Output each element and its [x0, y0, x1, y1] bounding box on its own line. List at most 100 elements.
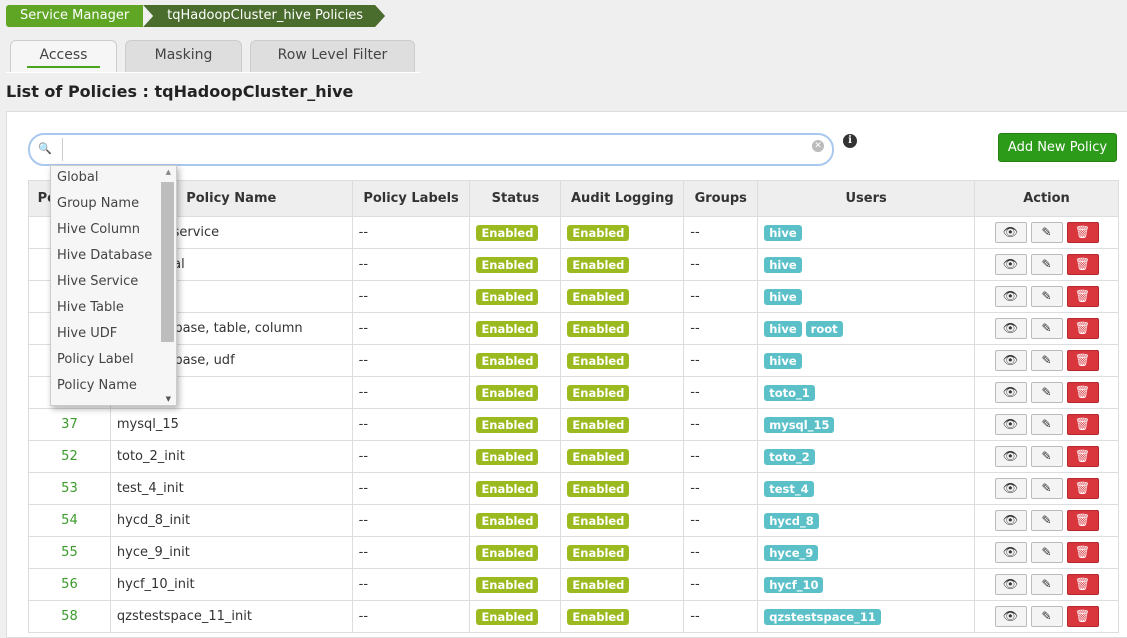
edit-button[interactable]: ✎: [1030, 318, 1063, 339]
search-category-dropdown[interactable]: Global Group Name Hive Column Hive Database…: [50, 165, 177, 406]
view-button[interactable]: 👁: [994, 478, 1027, 499]
edit-button[interactable]: ✎: [1030, 478, 1063, 499]
users-cell: qzstestspace_11: [757, 600, 975, 633]
edit-icon: ✎: [1041, 225, 1052, 239]
view-button[interactable]: 👁: [994, 574, 1027, 595]
users-cell: test_4: [757, 472, 975, 505]
edit-button[interactable]: ✎: [1030, 574, 1063, 595]
edit-button[interactable]: ✎: [1030, 414, 1063, 435]
status-badge: Enabled: [476, 384, 539, 401]
dropdown-option[interactable]: Hive Service: [51, 270, 176, 296]
delete-button[interactable]: 🗑: [1066, 350, 1099, 371]
column-header[interactable]: Users: [757, 180, 975, 217]
edit-button[interactable]: ✎: [1030, 542, 1063, 563]
policy-id[interactable]: 53: [28, 472, 111, 505]
users-cell: mysql_15: [757, 408, 975, 441]
clear-search-icon[interactable]: ✕: [812, 140, 824, 152]
info-icon[interactable]: i: [843, 134, 857, 148]
delete-button[interactable]: 🗑: [1066, 542, 1099, 563]
view-button[interactable]: 👁: [994, 222, 1027, 243]
dropdown-option[interactable]: Hive Table: [51, 296, 176, 322]
trash-icon: 🗑: [1074, 609, 1091, 623]
dropdown-option[interactable]: Hive UDF: [51, 322, 176, 348]
view-button[interactable]: 👁: [994, 446, 1027, 467]
dropdown-scrollbar[interactable]: [161, 182, 174, 342]
users-cell: hive: [757, 344, 975, 377]
view-button[interactable]: 👁: [994, 382, 1027, 403]
audit-badge: Enabled: [567, 320, 630, 337]
policy-id[interactable]: 55: [28, 536, 111, 569]
delete-button[interactable]: 🗑: [1066, 286, 1099, 307]
column-header[interactable]: Groups: [683, 180, 759, 217]
edit-button[interactable]: ✎: [1030, 286, 1063, 307]
eye-icon: 👁: [1002, 321, 1019, 335]
column-header[interactable]: Status: [469, 180, 562, 217]
delete-button[interactable]: 🗑: [1066, 254, 1099, 275]
delete-button[interactable]: 🗑: [1066, 606, 1099, 627]
delete-button[interactable]: 🗑: [1066, 574, 1099, 595]
user-badge: hive: [764, 288, 802, 305]
audit-cell: Enabled: [560, 280, 685, 313]
audit-badge: Enabled: [567, 256, 630, 273]
dropdown-option[interactable]: Group Name: [51, 192, 176, 218]
tab-access[interactable]: Access: [10, 40, 117, 72]
view-button[interactable]: 👁: [994, 414, 1027, 435]
delete-button[interactable]: 🗑: [1066, 478, 1099, 499]
view-button[interactable]: 👁: [994, 510, 1027, 531]
delete-button[interactable]: 🗑: [1066, 318, 1099, 339]
view-button[interactable]: 👁: [994, 318, 1027, 339]
dropdown-option[interactable]: Policy Name: [51, 374, 176, 400]
policy-id[interactable]: 58: [28, 600, 111, 633]
scroll-up-icon[interactable]: ▲: [166, 168, 171, 176]
view-button[interactable]: 👁: [994, 542, 1027, 563]
audit-badge: Enabled: [567, 352, 630, 369]
column-header[interactable]: Policy Labels: [351, 180, 471, 217]
delete-button[interactable]: 🗑: [1066, 510, 1099, 531]
add-new-policy-button[interactable]: Add New Policy: [998, 133, 1117, 162]
edit-button[interactable]: ✎: [1030, 350, 1063, 371]
status-cell: Enabled: [469, 440, 562, 473]
policy-id[interactable]: 54: [28, 504, 111, 537]
eye-icon: 👁: [1002, 545, 1019, 559]
tab-masking[interactable]: Masking: [125, 40, 242, 72]
policy-id[interactable]: 52: [28, 440, 111, 473]
edit-button[interactable]: ✎: [1030, 606, 1063, 627]
policy-labels: --: [351, 312, 471, 345]
groups-cell: --: [683, 216, 759, 249]
dropdown-option[interactable]: Global: [51, 166, 176, 192]
tab-row-level-filter[interactable]: Row Level Filter: [250, 40, 415, 72]
view-button[interactable]: 👁: [994, 254, 1027, 275]
dropdown-option[interactable]: Hive Column: [51, 218, 176, 244]
edit-button[interactable]: ✎: [1030, 382, 1063, 403]
scroll-down-icon[interactable]: ▼: [166, 395, 171, 403]
delete-button[interactable]: 🗑: [1066, 414, 1099, 435]
dropdown-option[interactable]: Policy Label: [51, 348, 176, 374]
delete-button[interactable]: 🗑: [1066, 382, 1099, 403]
edit-button[interactable]: ✎: [1030, 254, 1063, 275]
policy-labels: --: [351, 600, 471, 633]
status-badge: Enabled: [476, 352, 539, 369]
policy-labels: --: [351, 344, 471, 377]
dropdown-option[interactable]: Hive Database: [51, 244, 176, 270]
table-row: 4 all - database, table, column -- Enabl…: [28, 312, 1119, 345]
view-button[interactable]: 👁: [994, 286, 1027, 307]
search-input[interactable]: 🔍 ✕: [28, 133, 834, 166]
edit-button[interactable]: ✎: [1030, 446, 1063, 467]
action-cell: 👁 ✎ 🗑: [974, 344, 1119, 377]
delete-button[interactable]: 🗑: [1066, 446, 1099, 467]
column-header[interactable]: Audit Logging: [560, 180, 685, 217]
view-button[interactable]: 👁: [994, 606, 1027, 627]
policy-id[interactable]: 56: [28, 568, 111, 601]
view-button[interactable]: 👁: [994, 350, 1027, 371]
policy-id[interactable]: 37: [28, 408, 111, 441]
delete-button[interactable]: 🗑: [1066, 222, 1099, 243]
column-header[interactable]: Action: [974, 180, 1119, 217]
breadcrumb-service-manager[interactable]: Service Manager: [6, 5, 144, 27]
status-badge: Enabled: [476, 544, 539, 561]
edit-icon: ✎: [1041, 385, 1052, 399]
user-badge: hive: [764, 224, 802, 241]
edit-button[interactable]: ✎: [1030, 510, 1063, 531]
status-cell: Enabled: [469, 376, 562, 409]
audit-badge: Enabled: [567, 224, 630, 241]
edit-button[interactable]: ✎: [1030, 222, 1063, 243]
